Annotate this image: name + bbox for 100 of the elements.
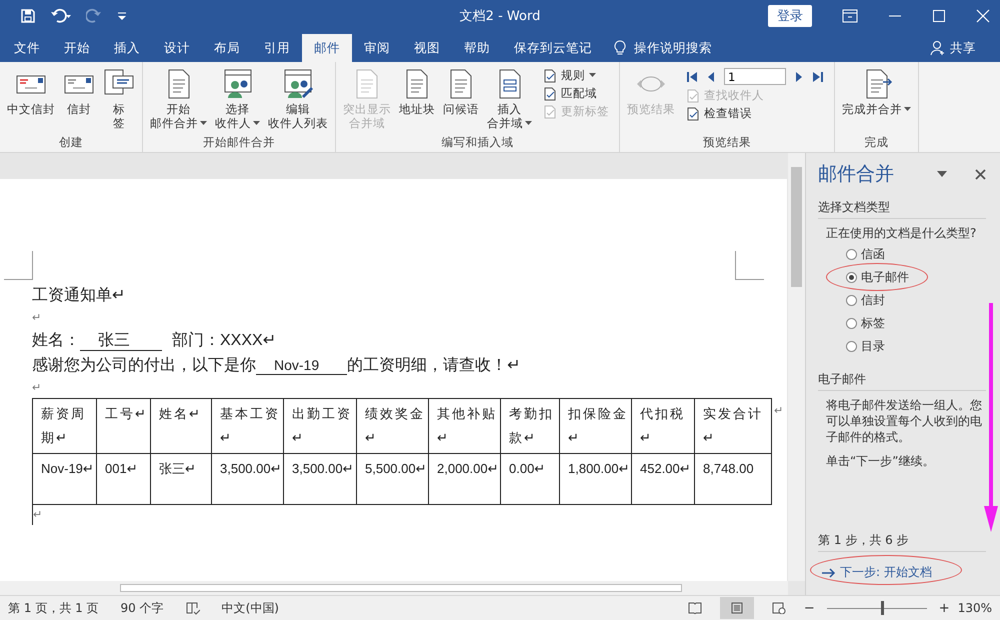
radio-option[interactable]: 目录 <box>846 338 885 355</box>
document-title: 工资通知单↵ <box>32 286 126 306</box>
zoom-level[interactable]: 130% <box>958 601 992 615</box>
record-number-field[interactable]: 1 <box>724 68 786 85</box>
ribbon-button[interactable]: 匹配域 <box>543 86 609 101</box>
step-text: 第 1 步，共 6 步 <box>818 532 986 552</box>
group-label: 创建 <box>58 135 84 150</box>
paragraph-mark: ↵ <box>32 381 42 396</box>
ribbon-button[interactable]: 选择 收件人 <box>212 66 263 135</box>
close-icon[interactable] <box>975 168 986 180</box>
previous-record-icon[interactable] <box>706 70 716 82</box>
paragraph-mark: ↵ <box>32 505 42 525</box>
ribbon-tab[interactable]: 布局 <box>202 34 252 62</box>
page-icon <box>730 602 744 614</box>
proofing-icon[interactable] <box>186 601 200 615</box>
table-cell: 8,748.00 <box>694 454 772 504</box>
ribbon-button[interactable]: 地址块 <box>396 66 438 135</box>
thanks-text: 的工资明细，请查收！↵ <box>347 357 521 374</box>
radio-button[interactable] <box>846 295 857 306</box>
table-header-cell: 考勤扣款↵ <box>500 398 560 454</box>
radio-button[interactable] <box>846 341 857 352</box>
zoom-thumb[interactable] <box>880 601 884 615</box>
next-record-icon[interactable] <box>794 70 804 82</box>
view-button[interactable] <box>720 597 754 619</box>
table-cell: 0.00↵ <box>500 454 560 504</box>
ribbon-button[interactable]: 检查错误 <box>686 106 824 121</box>
radio-button[interactable] <box>846 272 857 283</box>
radio-option[interactable]: 信函 <box>846 246 885 263</box>
caret-icon <box>589 73 596 78</box>
ribbon-tab[interactable]: 帮助 <box>452 34 502 62</box>
ribbon-button[interactable]: 标 签 <box>100 66 138 135</box>
pane-options-icon[interactable] <box>937 171 947 177</box>
radio-button[interactable] <box>846 249 857 260</box>
login-button[interactable]: 登录 <box>768 5 812 27</box>
name-label: 姓名： <box>32 332 80 349</box>
document-check-icon <box>543 68 557 82</box>
radio-button[interactable] <box>846 318 857 329</box>
share-button[interactable]: 共享 <box>950 40 976 56</box>
ribbon-button[interactable]: 中文信封 <box>4 66 58 135</box>
table-cell: 3,500.00↵ <box>284 454 356 504</box>
document-check-icon <box>543 86 557 100</box>
last-record-icon[interactable] <box>812 70 824 82</box>
redo-icon[interactable] <box>86 8 102 24</box>
crop-mark <box>4 251 33 280</box>
description-text: 将电子邮件发送给一组人。您可以单独设置每个人收到的电子邮件的格式。 <box>825 397 983 445</box>
caret-icon <box>253 120 260 126</box>
table-header-cell: 工号↵ <box>96 398 150 454</box>
zoom-out-button[interactable]: − <box>804 600 815 616</box>
group-label: 编写和插入域 <box>440 135 514 150</box>
save-icon[interactable] <box>20 8 36 24</box>
table-cell: 1,800.00↵ <box>560 454 632 504</box>
ribbon-tab[interactable]: 设计 <box>152 34 202 62</box>
radio-option[interactable]: 信封 <box>846 292 885 309</box>
ribbon-button[interactable]: 编辑 收件人列表 <box>265 66 331 135</box>
ribbon-tab[interactable]: 邮件 <box>302 34 352 62</box>
ribbon-tab[interactable]: 插入 <box>102 34 152 62</box>
ribbon-button[interactable]: 插入 合并域 <box>484 66 535 135</box>
first-record-icon[interactable] <box>686 70 698 82</box>
question-text: 正在使用的文档是什么类型? <box>825 225 978 242</box>
table-header-cell: 薪资周期↵ <box>32 398 96 454</box>
table-cell: 452.00↵ <box>632 454 694 504</box>
ribbon-display-icon[interactable] <box>842 9 858 23</box>
zoom-in-button[interactable]: + <box>938 600 950 616</box>
department-text: 部门：XXXX↵ <box>172 332 276 349</box>
next-step-link[interactable]: 下一步: 开始文档 <box>822 564 932 581</box>
arrow-icon <box>822 568 836 578</box>
ribbon-tab[interactable]: 开始 <box>52 34 102 62</box>
ribbon-tab[interactable]: 引用 <box>252 34 302 62</box>
hint-text: 单击“下一步”继续。 <box>825 453 936 469</box>
crop-mark <box>735 251 764 280</box>
customize-icon[interactable] <box>116 10 128 22</box>
maximize-icon[interactable] <box>932 9 946 23</box>
people-list-pencil-icon <box>282 68 314 100</box>
pane-title: 邮件合并 <box>818 162 894 187</box>
page-count[interactable]: 第 1 页，共 1 页 <box>8 600 99 616</box>
table-cell: 3,500.00↵ <box>212 454 284 504</box>
group-label: 开始邮件合并 <box>202 135 276 150</box>
ribbon-button[interactable]: 问候语 <box>440 66 482 135</box>
table-header-cell: 实发合计↵ <box>694 398 772 454</box>
ribbon-button[interactable]: 完成并合并 <box>839 66 914 135</box>
table-header-cell: 绩效奖金↵ <box>356 398 428 454</box>
tell-me-search[interactable]: 操作说明搜索 <box>634 40 712 56</box>
ribbon-button[interactable]: 规则 <box>543 68 609 83</box>
vertical-scrollbar[interactable] <box>788 153 805 581</box>
table-header-cell: 代扣税↵ <box>632 398 694 454</box>
ribbon-tab[interactable]: 保存到云笔记 <box>502 34 604 62</box>
table-cell: 张三↵ <box>150 454 212 504</box>
ribbon-tab[interactable]: 文件 <box>2 34 52 62</box>
row-end-mark: ↵ <box>773 404 784 417</box>
word-count[interactable]: 90 个字 <box>120 600 164 616</box>
caret-icon <box>525 120 532 126</box>
horizontal-scrollbar[interactable] <box>0 581 788 595</box>
radio-option[interactable]: 标签 <box>846 315 885 332</box>
undo-icon[interactable] <box>50 8 72 24</box>
ribbon-button[interactable]: 信封 <box>60 66 98 135</box>
ribbon-tab[interactable]: 视图 <box>402 34 452 62</box>
language-indicator[interactable]: 中文(中国) <box>222 600 279 616</box>
ribbon-button[interactable]: 开始 邮件合并 <box>147 66 210 135</box>
ribbon-tab[interactable]: 审阅 <box>352 34 402 62</box>
radio-option[interactable]: 电子邮件 <box>846 269 909 286</box>
